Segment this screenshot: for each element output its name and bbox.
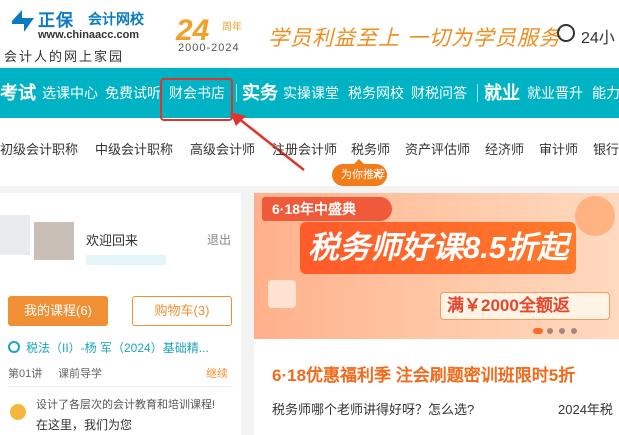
nav-item-free-trial[interactable]: 免费试听 [105, 68, 161, 118]
promo-headline[interactable]: 6·18优惠福利季 注会刷题密训班限时5折 [272, 361, 575, 386]
carousel-dot[interactable] [571, 328, 577, 334]
subnav-item-junior-accountant[interactable]: 初级会计职称 [0, 139, 78, 158]
my-courses-button[interactable]: 我的课程(6) [8, 296, 108, 326]
lesson-number: 第01讲 [8, 368, 43, 380]
nav-item-tax-school[interactable]: 税务网校 [348, 68, 404, 118]
subnav-item-tax-agent[interactable]: 税务师 [351, 139, 390, 158]
assistant-text-line2: 在这里，我们为您 [36, 418, 133, 432]
nav-divider [477, 84, 478, 102]
subnav-item-cpa[interactable]: 注册会计师 [272, 139, 337, 158]
banner-event-tag: 6·18年中盛典 [262, 197, 392, 221]
nav-head-job[interactable]: 就业 [484, 68, 520, 118]
gift-icon [268, 280, 296, 308]
subnav-item-intermediate-accountant[interactable]: 中级会计职称 [95, 139, 173, 158]
username-redacted [86, 255, 166, 265]
carousel-dot[interactable] [547, 328, 553, 334]
cart-button[interactable]: 购物车(3) [132, 296, 232, 326]
panel-divider [8, 386, 233, 387]
nav-head-exam[interactable]: 考试 [0, 68, 36, 118]
logo-mark-icon [12, 10, 34, 32]
anniversary-years: 2000-2024 [178, 42, 240, 54]
logout-link[interactable]: 退出 [207, 231, 231, 248]
carousel-dot[interactable] [559, 328, 565, 334]
banner-subtitle: 满￥2000全额返 [440, 292, 610, 320]
anniversary-unit: 周年 [222, 22, 242, 33]
assistant-avatar-icon [10, 404, 26, 420]
brand-name: 正保 [38, 11, 74, 30]
carousel-dot[interactable] [533, 328, 543, 334]
nav-divider [236, 84, 237, 102]
hotline-text: 24小 [581, 30, 615, 47]
assistant-text-line1: 设计了各层次的会计教育和培训课程! [36, 399, 216, 411]
brand-tagline: 会计人的网上家园 [4, 49, 125, 64]
clock-icon [8, 341, 20, 353]
avatar-blur [0, 215, 30, 255]
subnav-item-bank[interactable]: 银行 [593, 139, 619, 158]
promo-section [254, 339, 619, 435]
promo-question-link-2[interactable]: 2024年税 [558, 399, 613, 418]
brand-sub: 会计网校 [88, 11, 144, 27]
phone-icon [557, 24, 575, 42]
nav-item-career[interactable]: 就业晋升 [527, 68, 583, 118]
avatar[interactable] [34, 222, 74, 260]
continue-link[interactable]: 继续 [206, 365, 228, 381]
subnav-item-asset-appraiser[interactable]: 资产评估师 [405, 139, 470, 158]
banner-title: 税务师好课8.5折起 [300, 222, 577, 274]
recommend-close-icon[interactable]: ✕ [372, 164, 382, 186]
lesson-name: 课前导学 [58, 368, 102, 380]
banner-coin-decoration [575, 196, 615, 236]
nav-item-tax-qa[interactable]: 财税问答 [411, 68, 467, 118]
promo-question-link[interactable]: 税务师哪个老师讲得好呀？怎么选? [272, 399, 474, 418]
subnav-item-economist[interactable]: 经济师 [485, 139, 524, 158]
brand-url: www.chinaacc.com [38, 29, 140, 41]
nav-item-course-center[interactable]: 选课中心 [42, 68, 98, 118]
subnav-item-auditor[interactable]: 审计师 [539, 139, 578, 158]
nav-item-ability[interactable]: 能力 [592, 68, 619, 118]
slogan: 学员利益至上 一切为学员服务 [268, 27, 561, 50]
recent-course-title[interactable]: 税法（II）-杨 军（2024）基础精... [26, 339, 209, 356]
subnav-item-senior-accountant[interactable]: 高级会计师 [190, 139, 255, 158]
bookstore-highlight [160, 78, 233, 121]
welcome-text: 欢迎回来 [86, 233, 139, 248]
